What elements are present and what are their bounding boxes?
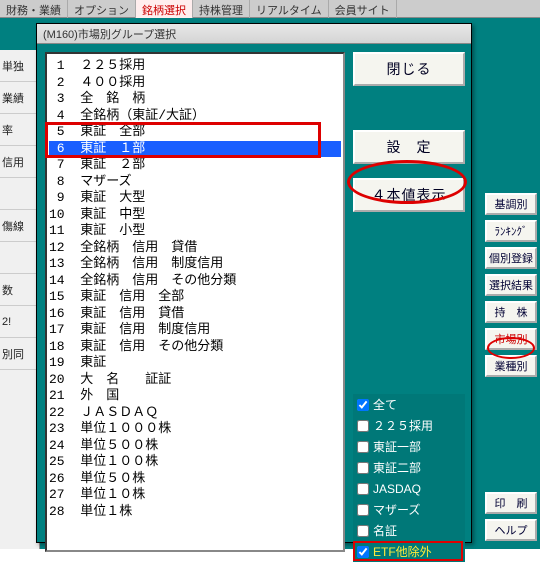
market-list[interactable]: 1 ２２５採用 2 ４００採用 3 全 銘 柄 4 全銘柄（東証/大証） 5 東… <box>45 52 345 552</box>
list-item[interactable]: 12 全銘柄 信用 貸借 <box>49 240 341 257</box>
filter-check-名証[interactable]: 名証 <box>353 520 465 541</box>
checkbox[interactable] <box>357 462 369 474</box>
bg-tab[interactable]: 会員サイト <box>329 0 397 20</box>
checkbox[interactable] <box>357 546 369 558</box>
checkbox[interactable] <box>357 420 369 432</box>
bg-tab-bar: 財務・業績オプション銘柄選択持株管理リアルタイム会員サイト <box>0 0 540 18</box>
bg-left-label: 率 <box>0 114 39 146</box>
side-button-業種別[interactable]: 業種別 <box>485 355 537 377</box>
checkbox[interactable] <box>357 504 369 516</box>
market-group-dialog: (M160)市場別グループ選択 1 ２２５採用 2 ４００採用 3 全 銘 柄 … <box>36 23 472 543</box>
list-item[interactable]: 9 東証 大型 <box>49 190 341 207</box>
list-item[interactable]: 21 外 国 <box>49 388 341 405</box>
list-item[interactable]: 17 東証 信用 制度信用 <box>49 322 341 339</box>
list-item[interactable]: 19 東証 <box>49 355 341 372</box>
list-item[interactable]: 7 東証 ２部 <box>49 157 341 174</box>
list-item[interactable]: 28 単位１株 <box>49 504 341 521</box>
list-item[interactable]: 13 全銘柄 信用 制度信用 <box>49 256 341 273</box>
list-item[interactable]: 8 マザーズ <box>49 174 341 191</box>
list-item[interactable]: 15 東証 信用 全部 <box>49 289 341 306</box>
bg-left-col: 単独業績率信用傷線数2!別同 <box>0 50 40 549</box>
filter-check-label: マザーズ <box>373 501 420 518</box>
bg-left-label <box>0 178 39 210</box>
side-button-ﾗﾝｷﾝｸﾞ[interactable]: ﾗﾝｷﾝｸﾞ <box>485 220 537 242</box>
filter-checkbox-group: 全て ２２５採用東証一部東証二部 JASDAQ マザーズ名証 ETF他除外 <box>353 394 465 562</box>
bg-left-label: 業績 <box>0 82 39 114</box>
filter-check-ETF他除外[interactable]: ETF他除外 <box>353 541 465 562</box>
side-button-ヘルプ[interactable]: ヘルプ <box>485 519 537 541</box>
dialog-title: (M160)市場別グループ選択 <box>37 24 471 44</box>
side-button-選択結果[interactable]: 選択結果 <box>485 274 537 296</box>
bg-left-label <box>0 242 39 274</box>
list-item[interactable]: 11 東証 小型 <box>49 223 341 240</box>
bg-tab[interactable]: 銘柄選択 <box>136 0 193 20</box>
set-button[interactable]: 設 定 <box>353 130 465 164</box>
bg-tab[interactable]: オプション <box>68 0 136 20</box>
side-button-持 株[interactable]: 持 株 <box>485 301 537 323</box>
list-item[interactable]: 18 東証 信用 その他分類 <box>49 339 341 356</box>
filter-check-label: 東証一部 <box>373 438 421 455</box>
bg-tab[interactable]: リアルタイム <box>250 0 329 20</box>
close-button[interactable]: 閉じる <box>353 52 465 86</box>
list-item[interactable]: 23 単位１０００株 <box>49 421 341 438</box>
filter-check-label: 東証二部 <box>373 459 421 476</box>
filter-check-２２５採用[interactable]: ２２５採用 <box>353 415 465 436</box>
filter-check-label: JASDAQ <box>373 482 421 496</box>
filter-check-label: ETF他除外 <box>373 543 432 560</box>
bg-left-label: 数 <box>0 274 39 306</box>
list-item[interactable]: 5 東証 全部 <box>49 124 341 141</box>
list-item[interactable]: 10 東証 中型 <box>49 207 341 224</box>
filter-check-JASDAQ[interactable]: JASDAQ <box>353 478 465 499</box>
list-item[interactable]: 1 ２２５採用 <box>49 58 341 75</box>
checkbox[interactable] <box>357 525 369 537</box>
list-item[interactable]: 27 単位１０株 <box>49 487 341 504</box>
list-item[interactable]: 14 全銘柄 信用 その他分類 <box>49 273 341 290</box>
list-item[interactable]: 24 単位５００株 <box>49 438 341 455</box>
side-button-column: 基調別 ﾗﾝｷﾝｸﾞ 個別登録選択結果持 株市場別業種別印 刷ヘルプ <box>485 193 537 546</box>
side-button-印 刷[interactable]: 印 刷 <box>485 492 537 514</box>
bg-left-label: 2! <box>0 306 39 338</box>
filter-check-label: 全て <box>373 396 397 413</box>
list-item[interactable]: 6 東証 １部 <box>49 141 341 158</box>
list-item[interactable]: 26 単位５０株 <box>49 471 341 488</box>
bg-tab[interactable]: 財務・業績 <box>0 0 68 20</box>
bg-left-label: 単独 <box>0 50 39 82</box>
side-button-市場別[interactable]: 市場別 <box>485 328 537 350</box>
list-item[interactable]: 3 全 銘 柄 <box>49 91 341 108</box>
filter-check-label: 名証 <box>373 522 397 539</box>
list-item[interactable]: 22 ＪＡＳＤＡＱ <box>49 405 341 422</box>
filter-check-東証一部[interactable]: 東証一部 <box>353 436 465 457</box>
four-value-button[interactable]: ４本値表示 <box>353 178 465 212</box>
bg-left-label: 信用 <box>0 146 39 178</box>
list-item[interactable]: 16 東証 信用 貸借 <box>49 306 341 323</box>
list-item[interactable]: 25 単位１００株 <box>49 454 341 471</box>
list-item[interactable]: 2 ４００採用 <box>49 75 341 92</box>
bg-left-label: 別同 <box>0 338 39 370</box>
filter-check-東証二部[interactable]: 東証二部 <box>353 457 465 478</box>
bg-tab[interactable]: 持株管理 <box>193 0 250 20</box>
filter-check-マザーズ[interactable]: マザーズ <box>353 499 465 520</box>
list-item[interactable]: 20 大 名 証証 <box>49 372 341 389</box>
side-button-個別登録[interactable]: 個別登録 <box>485 247 537 269</box>
list-item[interactable]: 4 全銘柄（東証/大証） <box>49 108 341 125</box>
checkbox[interactable] <box>357 399 369 411</box>
filter-check-label: ２２５採用 <box>373 417 433 434</box>
bg-left-label: 傷線 <box>0 210 39 242</box>
filter-check-全て[interactable]: 全て <box>353 394 465 415</box>
dialog-right-pane: 閉じる 設 定 ４本値表示 <box>353 52 465 226</box>
checkbox[interactable] <box>357 441 369 453</box>
side-button-基調別[interactable]: 基調別 <box>485 193 537 215</box>
checkbox[interactable] <box>357 483 369 495</box>
